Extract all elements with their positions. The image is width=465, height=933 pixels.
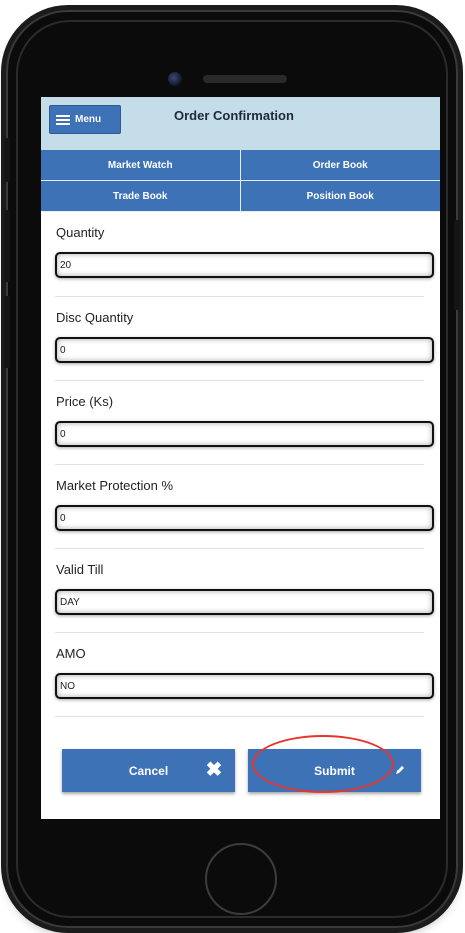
earpiece-speaker	[203, 75, 287, 83]
nav-trade-book[interactable]: Trade Book	[41, 181, 241, 212]
price-input[interactable]: 0	[55, 421, 434, 447]
menu-button[interactable]: Menu	[49, 105, 121, 134]
amo-select[interactable]: NO	[55, 673, 434, 699]
hamburger-icon	[56, 114, 70, 125]
submit-button-label: Submit	[314, 763, 355, 778]
page-title: Order Confirmation	[174, 108, 294, 123]
phone-volume-up	[4, 210, 10, 282]
valid-till-label: Valid Till	[56, 562, 104, 577]
cancel-button-label: Cancel	[128, 763, 169, 778]
front-camera	[168, 72, 182, 86]
pencil-icon	[391, 761, 409, 779]
phone-silent-switch	[4, 138, 10, 182]
cancel-button[interactable]: Cancel ✖	[62, 749, 235, 792]
form-group-price: Price (Ks) 0	[55, 381, 434, 465]
valid-till-select[interactable]: DAY	[55, 589, 434, 615]
disc-quantity-label: Disc Quantity	[56, 310, 134, 325]
quantity-input[interactable]: 20	[55, 252, 434, 278]
form-group-amo: AMO NO	[55, 633, 434, 717]
nav-position-book[interactable]: Position Book	[240, 181, 440, 212]
menu-button-label: Menu	[75, 114, 102, 125]
form-group-market-protection: Market Protection % 0	[55, 465, 434, 549]
nav-grid: Market Watch Order Book Trade Book Posit…	[41, 150, 440, 212]
home-button[interactable]	[205, 843, 277, 915]
form-group-disc-quantity: Disc Quantity 0	[55, 297, 434, 381]
app-header: Menu Order Confirmation	[41, 97, 440, 150]
market-protection-input[interactable]: 0	[55, 505, 434, 531]
phone-power-button	[454, 220, 460, 310]
price-label: Price (Ks)	[56, 394, 114, 409]
app-screen: Menu Order Confirmation Market Watch Ord…	[41, 97, 440, 819]
form-group-valid-till: Valid Till DAY	[55, 549, 434, 633]
quantity-label: Quantity	[56, 225, 105, 240]
order-form: Quantity 20 Disc Quantity 0 Price (Ks) 0…	[41, 212, 440, 717]
nav-market-watch[interactable]: Market Watch	[41, 150, 241, 181]
close-icon: ✖	[205, 759, 223, 781]
market-protection-label: Market Protection %	[56, 478, 174, 493]
nav-order-book[interactable]: Order Book	[240, 150, 440, 181]
amo-label: AMO	[56, 646, 86, 661]
submit-button[interactable]: Submit	[248, 749, 421, 792]
form-actions: Cancel ✖ Submit	[62, 749, 421, 792]
phone-volume-down	[4, 296, 10, 368]
disc-quantity-input[interactable]: 0	[55, 337, 434, 363]
form-group-quantity: Quantity 20	[55, 212, 434, 297]
